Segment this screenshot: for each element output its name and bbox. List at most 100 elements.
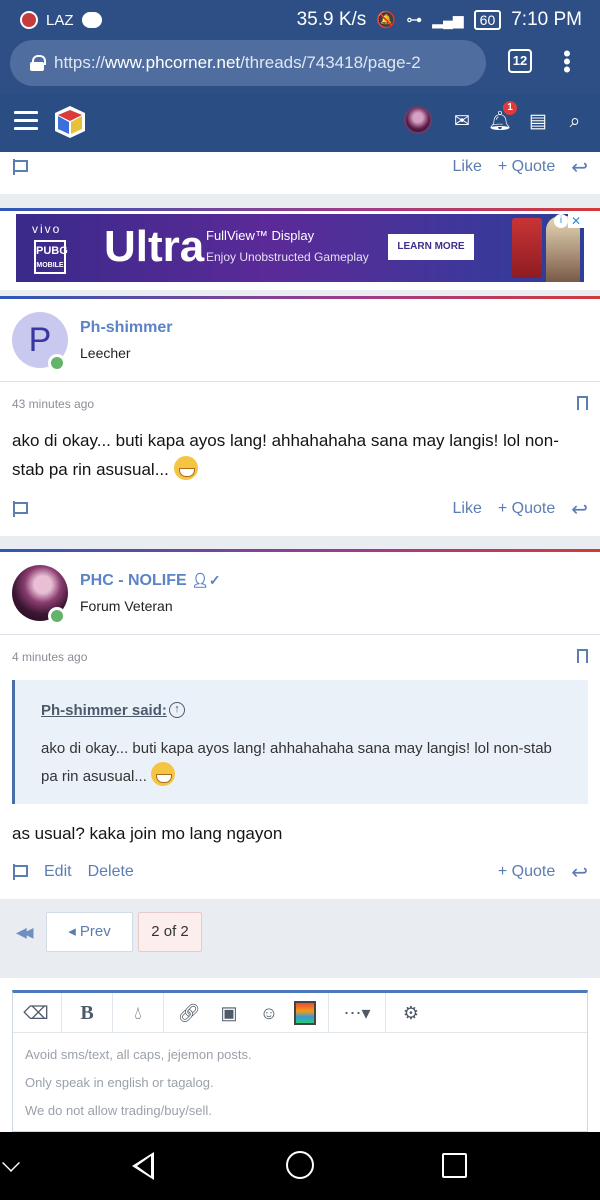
post-time[interactable]: 4 minutes ago bbox=[12, 650, 87, 664]
site-header: ✉ 🔔︎ 1 ▤ ⌕ bbox=[0, 94, 600, 152]
ad-game-line1: PUBG bbox=[36, 245, 68, 257]
site-logo[interactable] bbox=[52, 104, 88, 140]
settings-icon[interactable]: ⚙ bbox=[396, 998, 426, 1028]
toolbar-separator bbox=[163, 992, 164, 1033]
post-card: P Ph-shimmer Leecher 43 minutes ago ako … bbox=[0, 296, 600, 536]
image-icon[interactable]: ▣ bbox=[214, 998, 244, 1028]
mail-icon[interactable]: ✉ bbox=[450, 110, 474, 134]
advertisement-banner[interactable]: vivo PUBG MOBILE Ultra FullView™ Display … bbox=[16, 214, 584, 282]
notification-app-icon bbox=[20, 11, 38, 29]
smiley-icon[interactable]: ☺ bbox=[254, 998, 284, 1028]
mute-icon: 🔕 bbox=[376, 12, 397, 29]
like-button[interactable]: Like bbox=[452, 500, 481, 518]
search-icon[interactable]: ⌕ bbox=[563, 110, 587, 134]
bold-icon[interactable]: B bbox=[72, 998, 102, 1028]
post-time[interactable]: 43 minutes ago bbox=[12, 397, 94, 411]
first-page-icon[interactable]: ◀◀ bbox=[16, 924, 33, 941]
toolbar-separator bbox=[61, 992, 62, 1033]
system-navigation-bar bbox=[0, 1132, 600, 1200]
reply-editor-area: ⌫ B 💧︎ 🔗︎ ▣ ☺ ⋯▾ ⚙ Avoid sms/text, all c… bbox=[0, 978, 600, 1132]
address-bar[interactable]: https://www.phcorner.net/threads/743418/… bbox=[10, 40, 486, 86]
ad-phone-image bbox=[512, 218, 542, 278]
quote-label: Quote bbox=[511, 500, 556, 517]
clock: 7:10 PM bbox=[511, 9, 582, 30]
ad-headline: Ultra bbox=[104, 222, 205, 271]
battery-level: 60 bbox=[473, 10, 502, 30]
ad-learn-more-button[interactable]: LEARN MORE bbox=[388, 234, 474, 260]
reply-editor[interactable]: ⌫ B 💧︎ 🔗︎ ▣ ☺ ⋯▾ ⚙ Avoid sms/text, all c… bbox=[12, 990, 588, 1132]
ad-close-icon[interactable]: ✕ bbox=[568, 214, 584, 228]
verified-user-icon: 👤︎✓ bbox=[191, 572, 221, 588]
bookmark-icon[interactable] bbox=[577, 649, 588, 663]
online-indicator bbox=[48, 354, 66, 372]
username[interactable]: Ph-shimmer bbox=[80, 319, 172, 337]
bookmark-icon[interactable] bbox=[577, 396, 588, 410]
delete-button[interactable]: Delete bbox=[88, 863, 134, 881]
link-icon[interactable]: 🔗︎ bbox=[174, 998, 204, 1028]
quote-button[interactable]: + Quote bbox=[498, 863, 555, 881]
lock-icon bbox=[30, 55, 46, 71]
key-icon: ⊶ bbox=[406, 12, 423, 29]
ad-info-icon[interactable]: i bbox=[554, 214, 568, 228]
post-body: as usual? kaka join mo lang ngayon bbox=[12, 824, 283, 843]
quote-button[interactable]: + Quote bbox=[498, 500, 555, 518]
network-speed: 35.9 K/s bbox=[296, 9, 367, 30]
quote-author-link[interactable]: Ph-shimmer said: bbox=[41, 702, 167, 719]
post-text: ako di okay... buti kapa ayos lang! ahha… bbox=[12, 431, 559, 479]
like-button[interactable]: Like bbox=[452, 158, 481, 176]
document-icon[interactable]: ▤ bbox=[526, 110, 550, 134]
report-icon[interactable] bbox=[12, 864, 28, 880]
signal-icon: ▂▄▆ bbox=[432, 11, 464, 28]
url-path: /threads/743418/page-2 bbox=[240, 53, 421, 72]
previous-post: Like + Quote ↩︎ bbox=[0, 152, 600, 194]
browser-toolbar: https://www.phcorner.net/threads/743418/… bbox=[0, 40, 600, 94]
url-scheme: https:// bbox=[54, 53, 106, 72]
back-icon[interactable] bbox=[132, 1152, 154, 1180]
recent-apps-icon[interactable] bbox=[442, 1153, 467, 1178]
browser-menu-button[interactable]: • • • bbox=[562, 43, 572, 81]
eraser-icon[interactable]: ⌫ bbox=[21, 998, 51, 1028]
card-accent bbox=[0, 549, 600, 552]
grinning-sweat-emoji bbox=[151, 762, 176, 786]
chat-icon bbox=[81, 12, 102, 28]
report-icon[interactable] bbox=[12, 159, 28, 175]
editor-placeholder-line: Avoid sms/text, all caps, jejemon posts. bbox=[25, 1047, 252, 1062]
ad-game-line2: MOBILE bbox=[36, 262, 64, 269]
editor-placeholder-line: Only speak in english or tagalog. bbox=[25, 1075, 214, 1090]
quote-body: ako di okay... buti kapa ayos lang! ahha… bbox=[41, 740, 552, 785]
gif-icon[interactable] bbox=[294, 1000, 316, 1025]
reply-icon[interactable]: ↩︎ bbox=[571, 497, 588, 522]
reply-icon[interactable]: ↩︎ bbox=[571, 860, 588, 885]
user-avatar[interactable] bbox=[404, 106, 432, 134]
carrier-label: LAZ bbox=[46, 11, 74, 29]
post-actions: Like + Quote ↩︎ bbox=[0, 152, 600, 182]
user-title: Leecher bbox=[80, 345, 131, 361]
tab-switcher-button[interactable]: 12 bbox=[508, 49, 532, 73]
status-bar: LAZ 35.9 K/s 🔕 ⊶ ▂▄▆ 60 7:10 PM bbox=[0, 0, 600, 40]
text-color-icon[interactable]: 💧︎ bbox=[123, 998, 153, 1028]
quote-button[interactable]: + Quote bbox=[498, 158, 555, 176]
url-host: www.phcorner.net bbox=[105, 53, 241, 72]
hide-nav-icon[interactable] bbox=[2, 1154, 20, 1172]
ad-line1: FullView™ Display bbox=[206, 228, 315, 243]
menu-icon[interactable] bbox=[14, 111, 38, 131]
go-to-quote-icon[interactable]: ↑ bbox=[169, 702, 185, 718]
quoted-post: Ph-shimmer said: ↑ ako di okay... buti k… bbox=[12, 680, 588, 804]
reply-icon[interactable]: ↩︎ bbox=[571, 155, 588, 180]
more-options-icon[interactable]: ⋯▾ bbox=[339, 998, 375, 1028]
card-accent bbox=[0, 296, 600, 299]
toolbar-separator bbox=[112, 992, 113, 1033]
prev-page-button[interactable]: ◂ Prev bbox=[46, 912, 133, 952]
quote-text: ako di okay... buti kapa ayos lang! ahha… bbox=[41, 736, 561, 790]
quote-label: Quote bbox=[511, 863, 556, 880]
page-indicator[interactable]: 2 of 2 bbox=[138, 912, 202, 952]
report-icon[interactable] bbox=[12, 501, 28, 517]
home-icon[interactable] bbox=[286, 1151, 314, 1179]
username[interactable]: PHC - NOLIFE 👤︎✓ bbox=[80, 572, 221, 590]
edit-button[interactable]: Edit bbox=[44, 863, 72, 881]
card-accent bbox=[0, 208, 600, 211]
grinning-sweat-emoji bbox=[173, 456, 198, 480]
pagination: ◀◀ ◂ Prev 2 of 2 bbox=[0, 900, 600, 978]
post-body: ako di okay... buti kapa ayos lang! ahha… bbox=[12, 426, 588, 484]
post-actions: Edit Delete + Quote ↩︎ bbox=[0, 857, 600, 887]
